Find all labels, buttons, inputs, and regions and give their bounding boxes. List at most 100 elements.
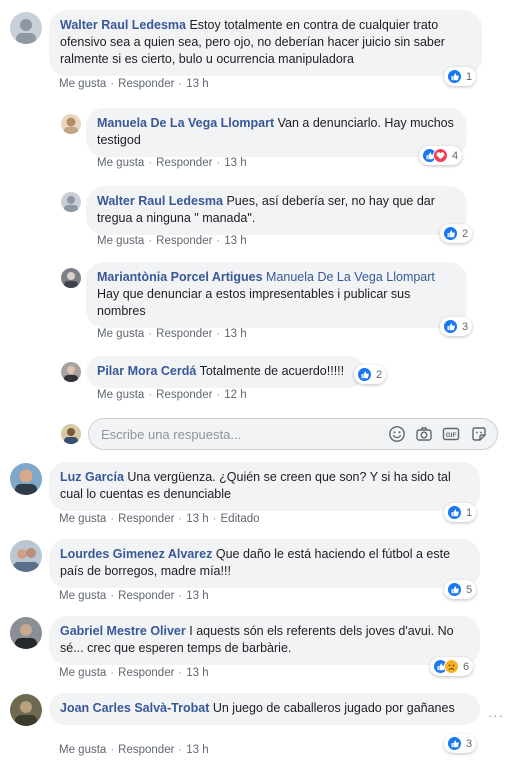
- comment-text: Hay que denunciar a estos impresentables…: [97, 287, 411, 318]
- reaction-count[interactable]: 3: [440, 317, 473, 336]
- timestamp[interactable]: 13 h: [186, 667, 208, 679]
- timestamp[interactable]: 13 h: [186, 513, 208, 525]
- avatar[interactable]: [10, 463, 42, 495]
- avatar[interactable]: [10, 617, 42, 649]
- reply-button[interactable]: Responder: [118, 513, 174, 525]
- reaction-count[interactable]: 2: [440, 224, 473, 243]
- like-reaction-icon: [357, 367, 372, 382]
- comment-bubble: Manuela De La Vega Llompart Van a denunc…: [86, 108, 467, 157]
- like-button[interactable]: Me gusta: [97, 389, 144, 401]
- reply-button[interactable]: Responder: [118, 78, 174, 90]
- reply-button[interactable]: Responder: [156, 328, 212, 340]
- comment-author[interactable]: Walter Raul Ledesma: [60, 18, 186, 32]
- comment-author[interactable]: Lourdes Gimenez Alvarez: [60, 547, 212, 561]
- reply-button[interactable]: Responder: [156, 235, 212, 247]
- avatar[interactable]: [10, 694, 42, 726]
- comment-bubble: Mariantònia Porcel Artigues Manuela De L…: [86, 262, 467, 328]
- reaction-count[interactable]: 1: [444, 67, 477, 86]
- comment-author[interactable]: Mariantònia Porcel Artigues: [97, 270, 263, 284]
- reply-button[interactable]: Responder: [118, 590, 174, 602]
- comment-actions: Me gusta · Responder · 13 h: [97, 235, 247, 247]
- reaction-count[interactable]: 4: [419, 146, 463, 165]
- like-button[interactable]: Me gusta: [97, 157, 144, 169]
- reply-box: GIF: [88, 418, 498, 450]
- comment-author[interactable]: Walter Raul Ledesma: [97, 194, 223, 208]
- like-reaction-icon: [443, 226, 458, 241]
- like-button[interactable]: Me gusta: [59, 590, 106, 602]
- comment-author[interactable]: Manuela De La Vega Llompart: [97, 116, 274, 130]
- like-button[interactable]: Me gusta: [59, 513, 106, 525]
- like-button[interactable]: Me gusta: [59, 744, 106, 756]
- mention-link[interactable]: Manuela De La Vega Llompart: [266, 270, 435, 284]
- comment-actions: Me gusta · Responder · 13 h: [59, 78, 209, 90]
- avatar[interactable]: [61, 114, 81, 134]
- avatar[interactable]: [10, 12, 42, 44]
- reaction-number: 5: [466, 583, 473, 596]
- sad-reaction-icon: [444, 659, 459, 674]
- like-reaction-icon: [447, 69, 462, 84]
- edited-label[interactable]: Editado: [221, 513, 260, 525]
- reply-button[interactable]: Responder: [156, 157, 212, 169]
- comment-author[interactable]: Joan Carles Salvà-Trobat: [60, 701, 209, 715]
- reaction-number: 3: [466, 737, 473, 750]
- avatar[interactable]: [61, 192, 81, 212]
- reaction-count[interactable]: 2: [354, 365, 387, 384]
- comment-actions: Me gusta · Responder · 13 h: [59, 667, 209, 679]
- comment-text: Un juego de caballeros jugado por gañane…: [212, 701, 455, 715]
- reply-input[interactable]: [89, 419, 381, 449]
- comment-actions: Me gusta · Responder · 13 h: [59, 744, 209, 756]
- comment-bubble: Lourdes Gimenez Alvarez Que daño le está…: [49, 539, 480, 588]
- reaction-number: 2: [462, 227, 469, 240]
- comment-bubble: Luz García Una vergüenza. ¿Quién se cree…: [49, 462, 480, 511]
- avatar[interactable]: [61, 362, 81, 382]
- comment-bubble: Joan Carles Salvà-Trobat Un juego de cab…: [49, 693, 480, 725]
- camera-icon[interactable]: [415, 425, 433, 443]
- like-button[interactable]: Me gusta: [97, 235, 144, 247]
- reaction-number: 1: [466, 70, 473, 83]
- reaction-number: 1: [466, 506, 473, 519]
- like-reaction-icon: [443, 319, 458, 334]
- reaction-number: 4: [452, 149, 459, 162]
- timestamp[interactable]: 12 h: [224, 389, 246, 401]
- reaction-number: 2: [376, 368, 383, 381]
- like-button[interactable]: Me gusta: [59, 667, 106, 679]
- reaction-count[interactable]: 3: [444, 734, 477, 753]
- timestamp[interactable]: 13 h: [186, 590, 208, 602]
- reaction-number: 6: [463, 660, 470, 673]
- like-reaction-icon: [447, 505, 462, 520]
- reaction-count[interactable]: 1: [444, 503, 477, 522]
- like-button[interactable]: Me gusta: [59, 78, 106, 90]
- reaction-count[interactable]: 5: [444, 580, 477, 599]
- timestamp[interactable]: 13 h: [186, 78, 208, 90]
- emoji-icon[interactable]: [388, 425, 406, 443]
- reaction-count[interactable]: 6: [430, 657, 474, 676]
- reply-button[interactable]: Responder: [118, 667, 174, 679]
- gif-icon[interactable]: GIF: [442, 425, 460, 443]
- sticker-icon[interactable]: [470, 425, 488, 443]
- like-reaction-icon: [447, 582, 462, 597]
- comment-text: Totalmente de acuerdo!!!!!: [199, 364, 345, 378]
- timestamp[interactable]: 13 h: [186, 744, 208, 756]
- comment-bubble: Gabriel Mestre Oliver I aquests són els …: [49, 616, 480, 665]
- comment-bubble: Pilar Mora Cerdá Totalmente de acuerdo!!…: [86, 356, 364, 388]
- comment-actions: Me gusta · Responder · 12 h: [97, 389, 247, 401]
- reaction-number: 3: [462, 320, 469, 333]
- comment-actions: Me gusta · Responder · 13 h · Editado: [59, 513, 260, 525]
- timestamp[interactable]: 13 h: [224, 235, 246, 247]
- comment-bubble: Walter Raul Ledesma Estoy totalmente en …: [49, 10, 482, 76]
- reply-button[interactable]: Responder: [156, 389, 212, 401]
- like-button[interactable]: Me gusta: [97, 328, 144, 340]
- avatar[interactable]: [10, 540, 42, 572]
- more-options-icon[interactable]: ···: [488, 708, 504, 723]
- comment-bubble: Walter Raul Ledesma Pues, así debería se…: [86, 186, 467, 235]
- svg-text:GIF: GIF: [446, 432, 457, 439]
- comment-author[interactable]: Gabriel Mestre Oliver: [60, 624, 186, 638]
- comment-author[interactable]: Pilar Mora Cerdá: [97, 364, 196, 378]
- timestamp[interactable]: 13 h: [224, 328, 246, 340]
- avatar[interactable]: [61, 268, 81, 288]
- timestamp[interactable]: 13 h: [224, 157, 246, 169]
- reply-button[interactable]: Responder: [118, 744, 174, 756]
- comment-author[interactable]: Luz García: [60, 470, 124, 484]
- comment-actions: Me gusta · Responder · 13 h: [97, 328, 247, 340]
- like-reaction-icon: [447, 736, 462, 751]
